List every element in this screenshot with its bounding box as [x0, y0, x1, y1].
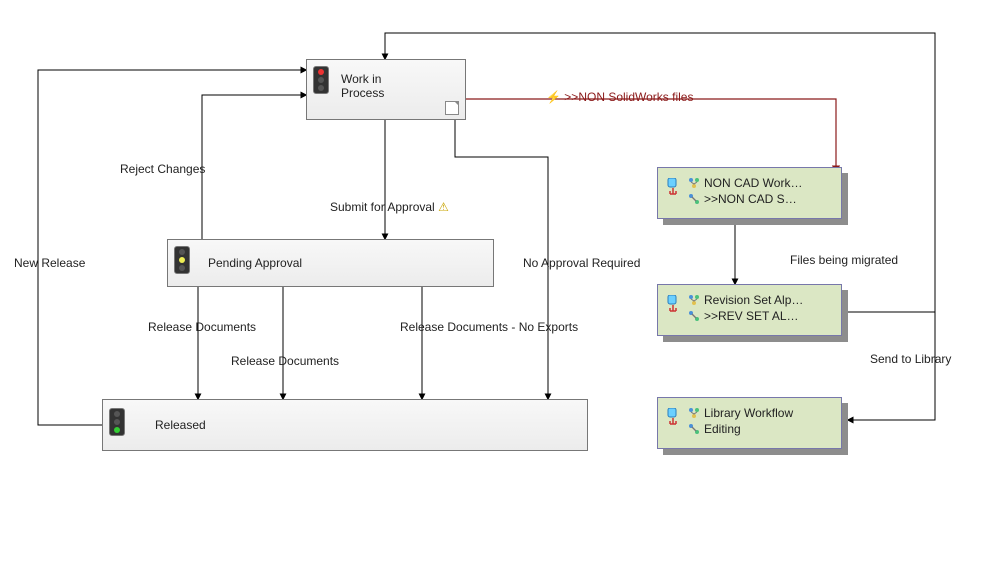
- link-lines: Revision Set Alp… >>REV SET AL…: [688, 293, 835, 323]
- link-line2: Editing: [704, 422, 741, 436]
- link-line1: Library Workflow: [704, 406, 793, 420]
- edge-label-no-approval-required: No Approval Required: [523, 256, 640, 270]
- state-pending-approval[interactable]: Pending Approval: [167, 239, 494, 287]
- edge-label-send-to-library: Send to Library: [870, 352, 951, 366]
- traffic-light-icon: [109, 408, 125, 436]
- link-workflow-icon: [666, 408, 682, 428]
- link-lines: NON CAD Work… >>NON CAD S…: [688, 176, 835, 206]
- branch-icon: [688, 294, 700, 306]
- link-node-noncad[interactable]: NON CAD Work… >>NON CAD S…: [657, 167, 842, 219]
- branch-icon: [688, 193, 700, 205]
- link-line2: >>NON CAD S…: [704, 192, 797, 206]
- bolt-icon: ⚡: [546, 90, 561, 104]
- edge-label-non-solidworks: ⚡ >>NON SolidWorks files: [546, 90, 693, 104]
- link-workflow-icon: [666, 295, 682, 315]
- edge-label-release-documents-no-exports: Release Documents - No Exports: [400, 320, 578, 334]
- link-node-revision-set[interactable]: Revision Set Alp… >>REV SET AL…: [657, 284, 842, 336]
- link-line1: NON CAD Work…: [704, 176, 802, 190]
- state-released[interactable]: Released: [102, 399, 588, 451]
- workflow-diagram: Work in Process Pending Approval Release…: [0, 0, 1000, 572]
- edge-label-release-documents-1: Release Documents: [148, 320, 256, 334]
- label-text: >>NON SolidWorks files: [564, 90, 693, 104]
- branch-icon: [688, 177, 700, 189]
- traffic-light-icon: [174, 246, 190, 274]
- page-icon: [445, 101, 459, 115]
- state-label: Released: [155, 418, 206, 432]
- link-line1: Revision Set Alp…: [704, 293, 803, 307]
- edge-label-reject-changes: Reject Changes: [120, 162, 205, 176]
- state-work-in-process[interactable]: Work in Process: [306, 59, 466, 120]
- state-label: Pending Approval: [208, 256, 302, 270]
- branch-icon: [688, 423, 700, 435]
- warning-icon: ⚠: [438, 200, 449, 214]
- edge-label-new-release: New Release: [14, 256, 85, 270]
- link-workflow-icon: [666, 178, 682, 198]
- edge-label-release-documents-2: Release Documents: [231, 354, 339, 368]
- link-lines: Library Workflow Editing: [688, 406, 835, 436]
- connector-layer: [0, 0, 1000, 572]
- branch-icon: [688, 407, 700, 419]
- edge-label-files-being-migrated: Files being migrated: [790, 253, 898, 267]
- edge-label-submit-for-approval: Submit for Approval ⚠: [330, 200, 449, 214]
- link-line2: >>REV SET AL…: [704, 309, 799, 323]
- traffic-light-icon: [313, 66, 329, 94]
- link-node-library[interactable]: Library Workflow Editing: [657, 397, 842, 449]
- branch-icon: [688, 310, 700, 322]
- label-text: Submit for Approval: [330, 200, 435, 214]
- state-label: Work in Process: [341, 72, 384, 100]
